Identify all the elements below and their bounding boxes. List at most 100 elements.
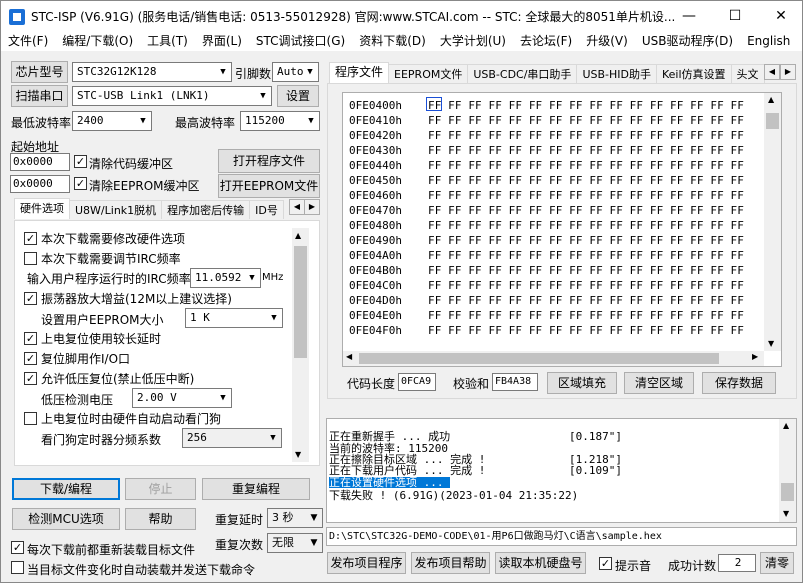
tab-eeprom-file[interactable]: EEPROM文件: [388, 64, 469, 83]
clear-area-button[interactable]: 清空区域: [624, 372, 694, 394]
port-settings-button[interactable]: 设置: [277, 85, 319, 107]
clear-eeprom-checkbox[interactable]: ✓: [74, 177, 87, 190]
log-scrollbar[interactable]: ▲ ▼: [779, 419, 796, 522]
tab-program-file[interactable]: 程序文件: [329, 62, 390, 83]
irc-frequency-select[interactable]: 11.0592 ▼: [190, 268, 261, 288]
reset-io-checkbox[interactable]: ✓: [24, 351, 37, 365]
close-button[interactable]: ✕: [758, 1, 803, 31]
lvd-voltage-select[interactable]: 2.00 V ▼: [132, 388, 232, 408]
menu-tools[interactable]: 工具(T): [140, 31, 195, 51]
maximize-button[interactable]: ☐: [712, 1, 758, 31]
menu-file[interactable]: 文件(F): [1, 31, 55, 51]
tab-encrypted-transfer[interactable]: 程序加密后传输: [161, 200, 251, 219]
publish-program-button[interactable]: 发布项目程序: [327, 552, 406, 574]
long-delay-checkbox[interactable]: ✓: [24, 331, 37, 345]
opt-oscillator-gain[interactable]: ✓ 振荡器放大增益(12M以上建议选择): [24, 288, 232, 308]
tab-usb-hid[interactable]: USB-HID助手: [576, 64, 657, 83]
fill-area-button[interactable]: 区域填充: [547, 372, 617, 394]
menu-upgrade[interactable]: 升级(V): [579, 31, 635, 51]
menu-debug[interactable]: STC调试接口(G): [249, 31, 352, 51]
eeprom-size-select[interactable]: 1 K ▼: [185, 308, 283, 328]
download-program-button[interactable]: 下载/编程: [12, 478, 120, 500]
left-tab-bar: 硬件选项 U8W/Link1脱机 程序加密后传输 ID号: [14, 198, 284, 220]
port-select[interactable]: STC-USB Link1 (LNK1) ▼: [72, 86, 272, 106]
scroll-thumb[interactable]: [359, 353, 719, 364]
open-eeprom-file-button[interactable]: 打开EEPROM文件: [218, 174, 320, 198]
scroll-thumb[interactable]: [766, 113, 779, 129]
adjust-irc-checkbox[interactable]: [24, 251, 37, 265]
tab-scroll-right-icon[interactable]: ▶: [304, 199, 320, 215]
log-line-time: [0.109"]: [569, 464, 622, 477]
tab-keil-debug[interactable]: Keil仿真设置: [655, 64, 732, 83]
watchdog-checkbox[interactable]: [24, 411, 37, 425]
menu-program[interactable]: 编程/下载(O): [55, 31, 140, 51]
tab-scroll-right-icon[interactable]: ▶: [780, 64, 796, 80]
beep-checkbox[interactable]: ✓: [599, 557, 612, 570]
save-data-button[interactable]: 保存数据: [702, 372, 776, 394]
scroll-down-icon[interactable]: ▼: [295, 450, 301, 459]
menu-docs[interactable]: 资料下载(D): [352, 31, 433, 51]
tab-u8w-offline[interactable]: U8W/Link1脱机: [69, 200, 163, 219]
clear-count-button[interactable]: 清零: [760, 552, 794, 574]
tab-usb-cdc-serial[interactable]: USB-CDC/串口助手: [467, 64, 578, 83]
repeat-program-button[interactable]: 重复编程: [202, 478, 310, 500]
menu-interface[interactable]: 界面(L): [195, 31, 249, 51]
repeat-delay-select[interactable]: 3 秒 ▼: [267, 508, 323, 528]
success-count-label: 成功计数: [668, 559, 717, 573]
scroll-up-icon[interactable]: ▲: [768, 95, 774, 104]
scroll-right-icon[interactable]: ▶: [752, 352, 758, 361]
scroll-thumb[interactable]: [781, 483, 794, 501]
opt-adjust-irc[interactable]: 本次下载需要调节IRC频率: [24, 248, 181, 268]
code-address-input[interactable]: 0x0000: [10, 153, 70, 171]
log-output[interactable]: 正在重新握手 ... 成功 [0.187"] 当前的波特率: 115200 正在…: [326, 418, 797, 523]
file-path-field[interactable]: D:\STC\STC32G-DEMO-CODE\01-用P6口做跑马灯\C语言\…: [326, 527, 797, 546]
tab-scroll-left-icon[interactable]: ◀: [289, 199, 305, 215]
scroll-up-icon[interactable]: ▲: [295, 231, 301, 240]
tab-hardware-options[interactable]: 硬件选项: [14, 198, 70, 219]
reload-target-checkbox[interactable]: ✓: [11, 541, 24, 554]
clear-code-checkbox[interactable]: ✓: [74, 155, 87, 168]
pin-count-select[interactable]: Auto ▼: [272, 62, 319, 82]
tab-id[interactable]: ID号: [249, 200, 284, 219]
modify-hw-checkbox[interactable]: ✓: [24, 231, 37, 245]
scan-port-button[interactable]: 扫描串口: [11, 85, 68, 107]
chip-model-button[interactable]: 芯片型号: [11, 61, 68, 83]
lvr-checkbox[interactable]: ✓: [24, 371, 37, 385]
menu-usb-driver[interactable]: USB驱动程序(D): [635, 31, 740, 51]
minimize-button[interactable]: —: [666, 1, 712, 31]
detect-mcu-button[interactable]: 检测MCU选项: [12, 508, 120, 530]
auto-send-checkbox[interactable]: [11, 561, 24, 574]
scroll-thumb[interactable]: [294, 246, 307, 358]
scroll-down-icon[interactable]: ▼: [768, 339, 774, 348]
read-disk-serial-button[interactable]: 读取本机硬盘号: [495, 552, 586, 574]
max-baud-label: 最高波特率: [175, 116, 236, 130]
opt-modify-hardware[interactable]: ✓ 本次下载需要修改硬件选项: [24, 228, 185, 248]
hex-view[interactable]: 0FE0400h 0FE0410h 0FE0420h 0FE0430h 0FE0…: [342, 92, 782, 367]
scroll-up-icon[interactable]: ▲: [783, 421, 789, 430]
hex-vscrollbar[interactable]: ▲ ▼: [764, 93, 781, 351]
opt-low-voltage-reset[interactable]: ✓ 允许低压复位(禁止低压中断): [24, 368, 194, 388]
stop-button[interactable]: 停止: [125, 478, 196, 500]
eeprom-address-input[interactable]: 0x0000: [10, 175, 70, 193]
min-baud-select[interactable]: 2400 ▼: [72, 111, 152, 131]
tab-scroll-left-icon[interactable]: ◀: [764, 64, 780, 80]
chip-model-select[interactable]: STC32G12K128 ▼: [72, 62, 232, 82]
publish-help-button[interactable]: 发布项目帮助: [411, 552, 490, 574]
opt-long-reset-delay[interactable]: ✓ 上电复位使用较长延时: [24, 328, 161, 348]
tab-header-file[interactable]: 头文: [730, 64, 765, 83]
opt-auto-watchdog[interactable]: 上电复位时由硬件自动启动看门狗: [24, 408, 221, 428]
osc-gain-checkbox[interactable]: ✓: [24, 291, 37, 305]
repeat-count-select[interactable]: 无限 ▼: [267, 533, 323, 553]
opt-reset-as-io[interactable]: ✓ 复位脚用作I/O口: [24, 348, 130, 368]
scroll-down-icon[interactable]: ▼: [783, 509, 789, 518]
menu-english[interactable]: English: [740, 31, 797, 51]
menu-forum[interactable]: 去论坛(F): [513, 31, 579, 51]
hex-hscrollbar[interactable]: ◀ ▶: [343, 351, 764, 366]
open-program-file-button[interactable]: 打开程序文件: [218, 149, 320, 173]
wdt-prescaler-select[interactable]: 256 ▼: [182, 428, 282, 448]
options-scrollbar[interactable]: ▲ ▼: [292, 228, 309, 462]
max-baud-select[interactable]: 115200 ▼: [240, 111, 320, 131]
help-button[interactable]: 帮助: [125, 508, 196, 530]
scroll-left-icon[interactable]: ◀: [346, 352, 352, 361]
menu-university[interactable]: 大学计划(U): [433, 31, 513, 51]
